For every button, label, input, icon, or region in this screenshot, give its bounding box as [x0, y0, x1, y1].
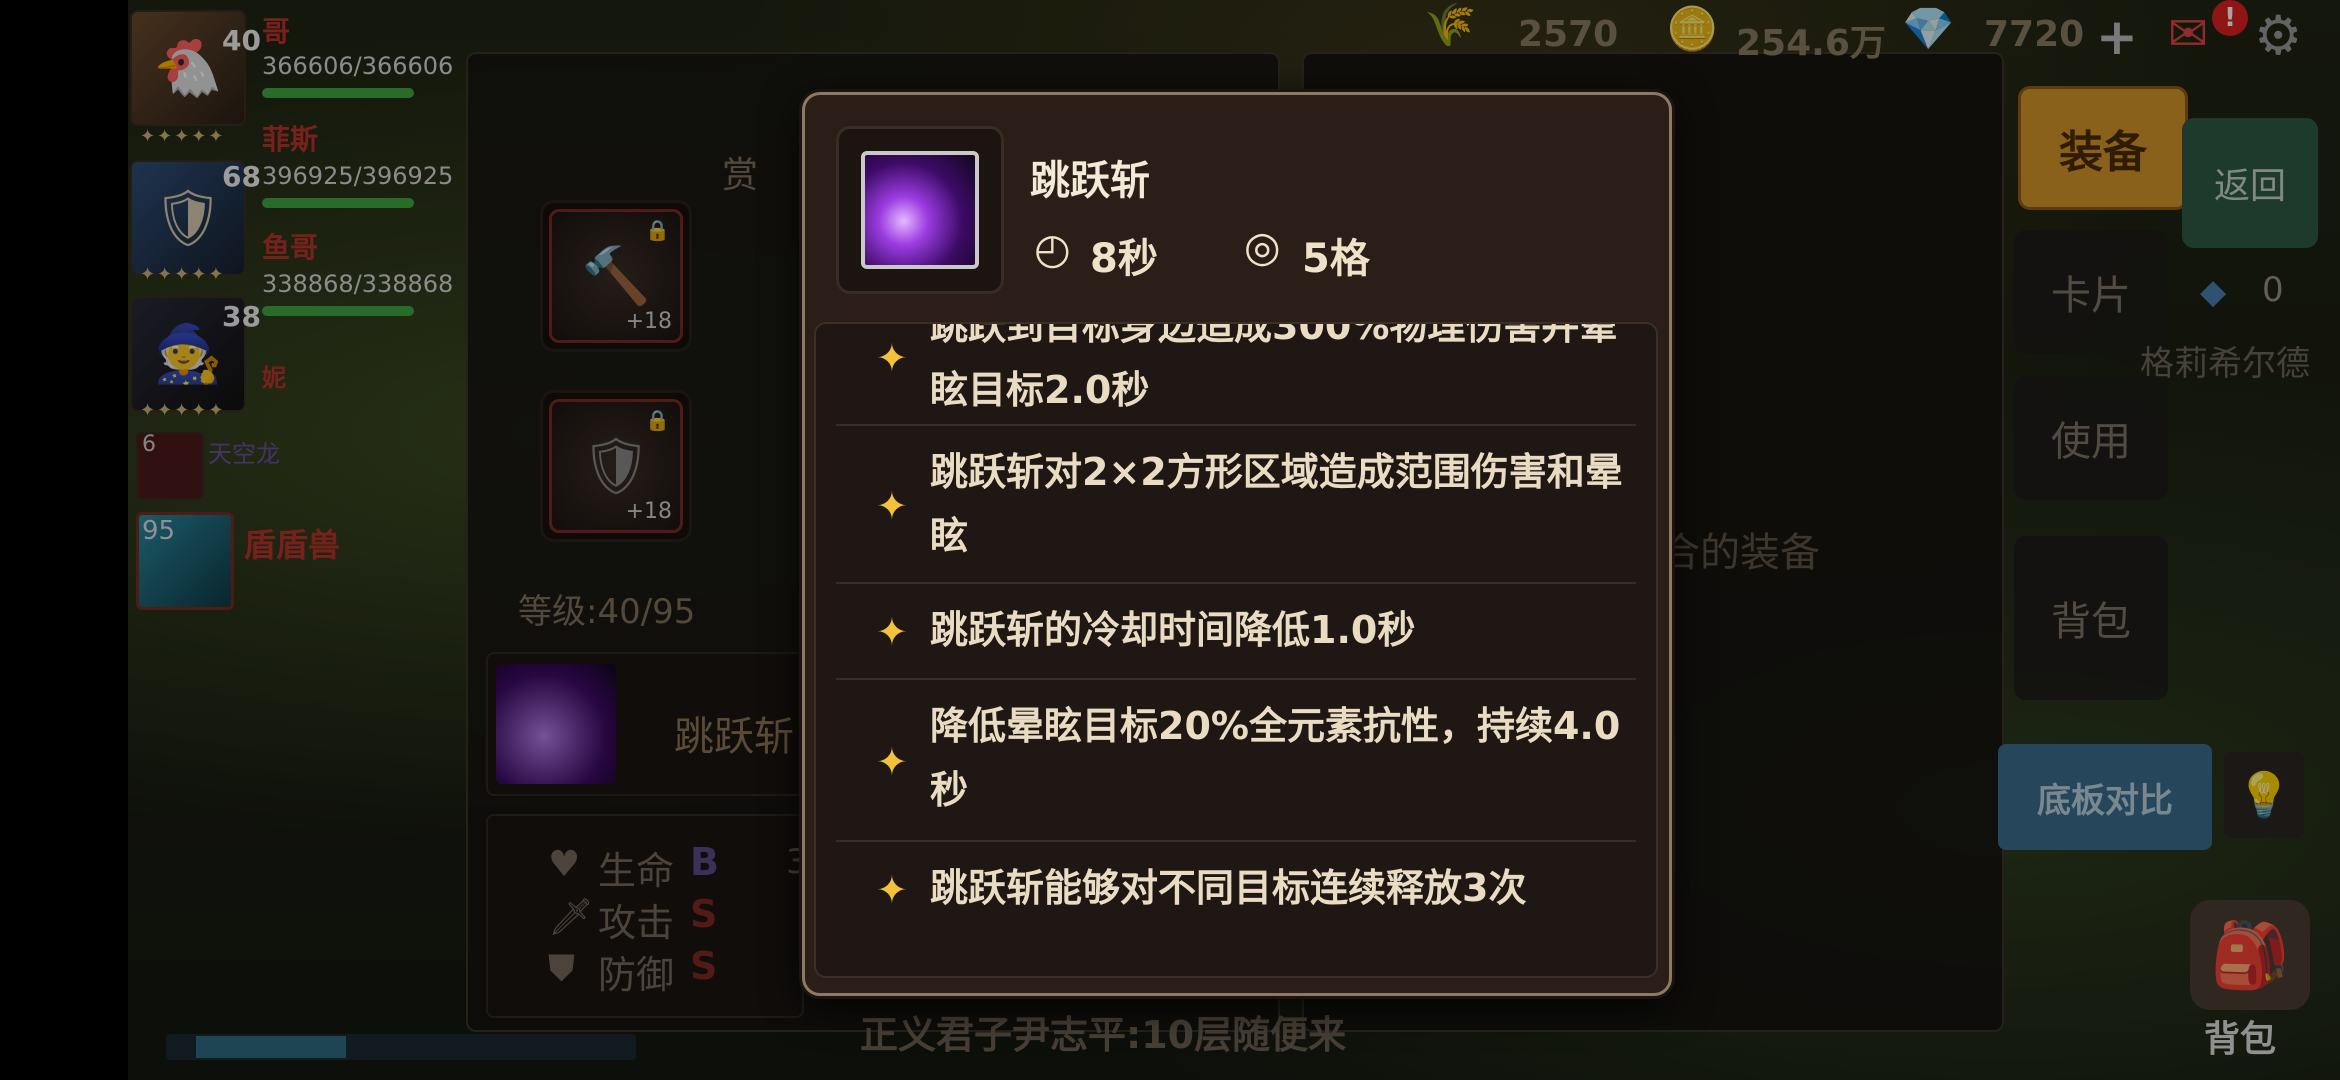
range-target-icon: ◎ [1244, 222, 1281, 271]
effect-item: ✦ 跳跃到目标身边造成300%物理伤害并晕眩目标2.0秒 [836, 322, 1636, 426]
effect-item: ✦ 跳跃斩能够对不同目标连续释放3次 [836, 842, 1636, 942]
star-icon: ✦ [876, 740, 908, 784]
skill-effects-list[interactable]: ✦ 跳跃到目标身边造成300%物理伤害并晕眩目标2.0秒 ✦ 跳跃斩对2×2方形… [814, 322, 1658, 978]
star-icon: ✦ [876, 484, 908, 528]
skill-icon-frame [836, 126, 1004, 294]
effect-text: 跳跃斩对2×2方形区域造成范围伤害和晕眩 [930, 450, 1623, 558]
skill-cooldown: 8秒 [1090, 236, 1158, 282]
star-icon: ✦ [876, 336, 908, 380]
effect-item: ✦ 降低晕眩目标20%全元素抗性，持续4.0秒 [836, 680, 1636, 842]
leap-slash-skill-icon [861, 151, 979, 269]
star-icon: ✦ [876, 610, 908, 654]
effect-text: 降低晕眩目标20%全元素抗性，持续4.0秒 [930, 704, 1621, 812]
effect-item: ✦ 跳跃斩对2×2方形区域造成范围伤害和晕眩 [836, 426, 1636, 584]
effect-text: 跳跃斩的冷却时间降低1.0秒 [930, 608, 1416, 652]
skill-title: 跳跃斩 [1030, 158, 1150, 204]
star-icon: ✦ [876, 868, 908, 912]
effect-text: 跳跃到目标身边造成300%物理伤害并晕眩目标2.0秒 [930, 322, 1618, 412]
skill-range: 5格 [1302, 236, 1370, 282]
effect-item: ✦ 跳跃斩的冷却时间降低1.0秒 [836, 584, 1636, 680]
clock-icon: ◴ [1034, 224, 1071, 273]
effect-text: 跳跃斩能够对不同目标连续释放3次 [930, 866, 1527, 910]
